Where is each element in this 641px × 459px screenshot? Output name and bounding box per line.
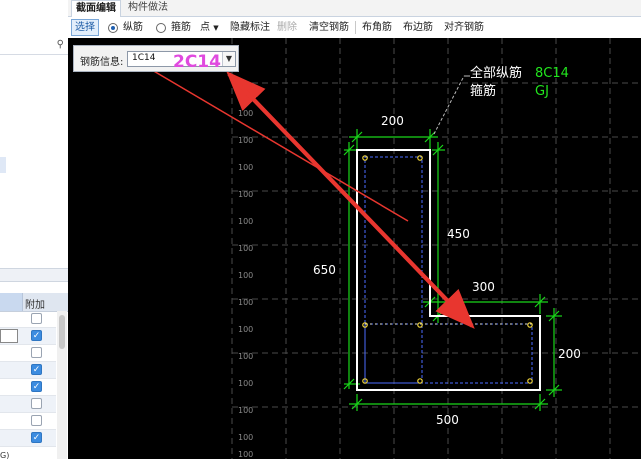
arrow-to-section [151,69,409,222]
row-checkbox[interactable] [31,313,42,324]
row-checkbox[interactable]: ✓ [31,432,42,443]
grid-label: 100 [238,136,253,145]
section-canvas[interactable]: 100 100 100 100 100 100 100 100 100 100 … [68,38,641,459]
row-checkbox[interactable]: ✓ [31,381,42,392]
arrow-to-rebar-tail [227,72,475,329]
point-dropdown[interactable]: 点 ▼ [200,20,219,35]
left-search-input[interactable]: ⚲ [0,38,68,55]
dim-total-height: 650 [313,263,336,277]
grid-label: 100 [238,190,253,199]
row-checkbox[interactable] [31,347,42,358]
tab-member-method[interactable]: 构件做法 [124,0,172,16]
tab-section-edit[interactable]: 截面编辑 [71,0,121,17]
grid-label: 100 [238,325,253,334]
edge-rebar-button[interactable]: 布边筋 [403,20,433,35]
row-checkbox[interactable]: ✓ [31,364,42,375]
hide-annotation-button[interactable]: 隐藏标注 [230,20,270,35]
dim-bottom-height: 200 [558,347,581,361]
grid-cell-editor[interactable] [0,329,18,343]
legend-leader [433,75,465,135]
grid-label: 100 [238,450,253,459]
point-dropdown-label: 点 [200,22,210,33]
table-row[interactable]: ✓ [0,430,56,447]
annotation-2c14: 2C14 [173,52,221,72]
grid-header: 附加 [0,293,68,312]
legend-all-longitudinal-value: 8C14 [535,66,569,81]
corner-rebar-button[interactable]: 布角筋 [362,20,392,35]
grid-header-column[interactable] [0,293,23,311]
grid-label: 100 [238,163,253,172]
grid-label: 100 [238,244,253,253]
table-row[interactable] [0,396,56,413]
legend-stirrup-value: GJ [535,84,549,99]
dim-top-width: 200 [381,114,404,128]
delete-button[interactable]: 删除 [277,20,297,35]
grid-label: 100 [238,217,253,226]
table-row[interactable]: ✓ [0,379,56,396]
toolbar-separator [355,21,356,34]
longitudinal-radio[interactable] [108,23,118,33]
dim-right-height: 450 [447,227,470,241]
table-row[interactable] [0,345,56,362]
grid-label: 100 [238,298,253,307]
longitudinal-label[interactable]: 纵筋 [123,20,143,35]
table-row[interactable] [0,311,56,328]
left-tree-selected-row[interactable] [0,157,6,173]
grid-label: 100 [238,379,253,388]
left-panel-splitter[interactable] [0,268,68,282]
tab-bar: 截面编辑 构件做法 [68,0,641,17]
toolbar: 选择 纵筋 箍筋 点 ▼ 隐藏标注 删除 清空钢筋 布角筋 布边筋 对齐钢筋 [68,17,641,39]
rebar-points [362,155,533,384]
legend-stirrup-label: 箍筋 [470,83,496,99]
annotation-arrows [151,69,475,329]
grid-label: 100 [238,406,253,415]
table-row[interactable]: ✓ [0,362,56,379]
chevron-down-icon: ▼ [213,24,219,32]
grid-label: 100 [238,271,253,280]
table-row[interactable] [0,413,56,430]
legend-all-longitudinal-label: 全部纵筋 [470,65,522,81]
row-checkbox[interactable] [31,398,42,409]
clear-rebar-button[interactable]: 清空钢筋 [309,20,349,35]
grid-labels: 100 100 100 100 100 100 100 100 100 100 … [238,82,253,459]
grid-label: 100 [238,433,253,442]
rebar-info-label: 钢筋信息: [80,57,124,68]
section-drawing: 100 100 100 100 100 100 100 100 100 100 … [151,38,641,459]
chevron-down-icon[interactable]: ▼ [222,52,235,66]
search-icon[interactable]: ⚲ [57,39,64,50]
rebar-info-value: 1C14 [132,53,156,63]
grid-vertical-scrollbar[interactable] [57,311,67,459]
grid-lines [231,38,641,459]
stirrup-radio[interactable] [156,23,166,33]
grid-footer-text: G) [0,451,10,459]
align-rebar-button[interactable]: 对齐钢筋 [444,20,484,35]
row-checkbox[interactable] [31,415,42,426]
grid-header-label-extra: 附加 [25,300,45,311]
stirrup-label[interactable]: 箍筋 [171,20,191,35]
left-panel: ⚲ 附加 ✓ ✓ ✓ ✓ G) [0,0,69,459]
dim-bottom-width: 500 [436,413,459,427]
dimension-lines [343,129,562,411]
row-checkbox[interactable]: ✓ [31,330,42,341]
select-button[interactable]: 选择 [71,19,99,36]
grid-scroll-thumb[interactable] [59,315,65,349]
dim-step-width: 300 [472,280,495,294]
grid-label: 100 [238,352,253,361]
grid-label: 100 [238,109,253,118]
